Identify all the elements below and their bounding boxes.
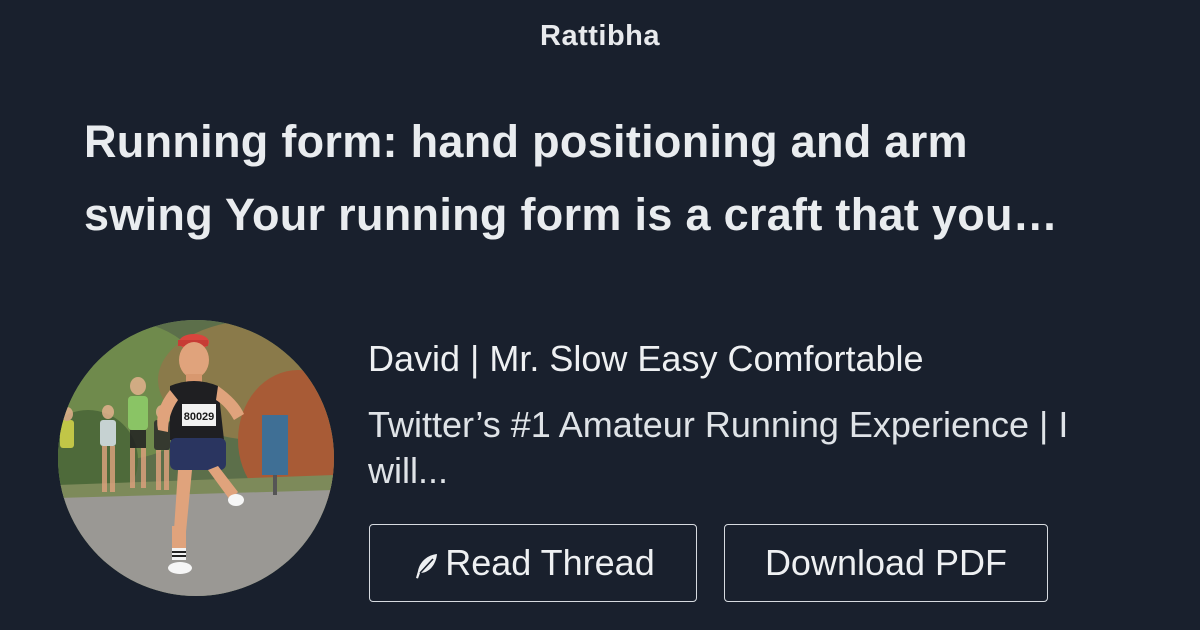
author-name: David | Mr. Slow Easy Comfortable	[368, 338, 924, 379]
author-bio: Twitter’s #1 Amateur Running Experience …	[368, 404, 1069, 491]
author-avatar: 80029	[58, 320, 334, 596]
thread-title: Running form: hand positioning and arm s…	[84, 116, 1059, 240]
read-thread-button[interactable]: Read Thread	[369, 524, 697, 602]
download-pdf-label: Download PDF	[764, 542, 1008, 583]
brand-name: Rattibha	[540, 20, 660, 52]
avatar-bib-number: 80029	[184, 411, 215, 423]
feather-icon	[416, 554, 438, 579]
read-thread-label: Read Thread	[445, 542, 655, 583]
download-pdf-button[interactable]: Download PDF	[724, 524, 1048, 602]
avatar-photo: 80029	[58, 320, 334, 596]
share-card: Rattibha Running form: hand positioning …	[0, 0, 1200, 630]
